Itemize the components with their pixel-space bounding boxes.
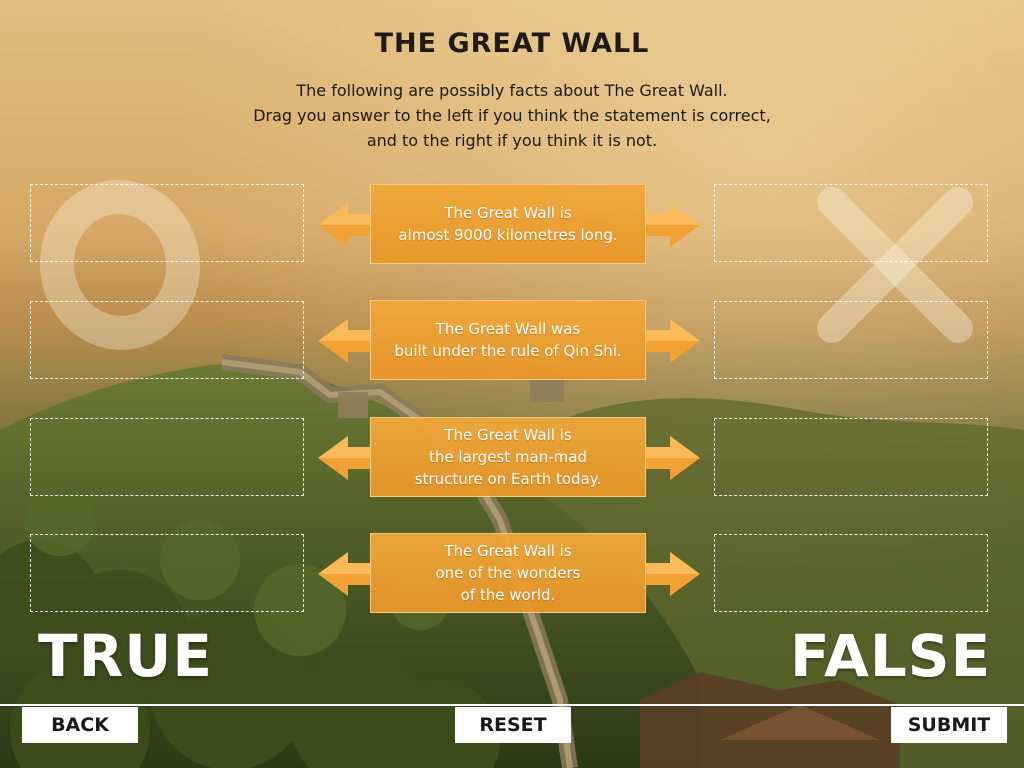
back-button[interactable]: BACK: [22, 707, 138, 743]
statement-card[interactable]: The Great Wall was built under the rule …: [370, 300, 646, 380]
submit-button[interactable]: SUBMIT: [891, 707, 1007, 743]
false-drop-slot[interactable]: [714, 534, 988, 612]
instruction-line: Drag you answer to the left if you think…: [253, 106, 771, 125]
arrow-right-icon[interactable]: [646, 319, 700, 363]
arrow-left-icon[interactable]: [318, 436, 372, 480]
statement-row: The Great Wall is one of the wonders of …: [318, 533, 700, 613]
arrow-left-icon[interactable]: [318, 203, 372, 247]
statement-row: The Great Wall was built under the rule …: [318, 300, 700, 380]
true-drop-slot[interactable]: [30, 418, 304, 496]
instruction-line: and to the right if you think it is not.: [366, 131, 658, 150]
true-drop-slot[interactable]: [30, 301, 304, 379]
instructions: The following are possibly facts about T…: [0, 78, 1024, 153]
instruction-line: The following are possibly facts about T…: [296, 81, 728, 100]
arrow-left-icon[interactable]: [318, 319, 372, 363]
page-title: THE GREAT WALL: [374, 28, 650, 59]
statement-text: The Great Wall is almost 9000 kilometres…: [398, 204, 618, 244]
statement-card[interactable]: The Great Wall is almost 9000 kilometres…: [370, 184, 646, 264]
true-label: TRUE: [38, 622, 213, 690]
false-drop-slot[interactable]: [714, 301, 988, 379]
reset-button[interactable]: RESET: [455, 707, 571, 743]
statement-text: The Great Wall is one of the wonders of …: [435, 542, 581, 604]
statement-row: The Great Wall is almost 9000 kilometres…: [318, 184, 700, 264]
statement-card[interactable]: The Great Wall is the largest man-mad st…: [370, 417, 646, 497]
false-drop-slot[interactable]: [714, 184, 988, 262]
statement-text: The Great Wall was built under the rule …: [394, 320, 622, 360]
statement-row: The Great Wall is the largest man-mad st…: [318, 417, 700, 497]
statement-text: The Great Wall is the largest man-mad st…: [414, 426, 602, 488]
false-drop-slot[interactable]: [714, 418, 988, 496]
arrow-right-icon[interactable]: [646, 436, 700, 480]
arrow-right-icon[interactable]: [646, 203, 700, 247]
false-label: FALSE: [790, 622, 992, 690]
arrow-left-icon[interactable]: [318, 552, 372, 596]
arrow-right-icon[interactable]: [646, 552, 700, 596]
true-drop-slot[interactable]: [30, 184, 304, 262]
bottom-divider: [0, 704, 1024, 706]
true-drop-slot[interactable]: [30, 534, 304, 612]
statement-card[interactable]: The Great Wall is one of the wonders of …: [370, 533, 646, 613]
